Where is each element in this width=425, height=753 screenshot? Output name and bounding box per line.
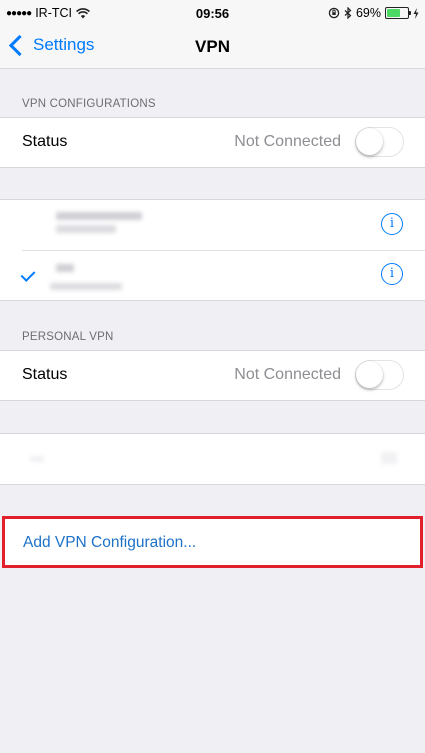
page-title: VPN <box>195 37 230 56</box>
personal-vpn-status-label: Status <box>22 366 68 383</box>
vpn-status-row: Status Not Connected <box>0 118 425 167</box>
obscured-config-detail <box>56 225 116 233</box>
status-bar: ●●●●● IR-TCI 09:56 69% <box>0 0 425 26</box>
personal-vpn-item[interactable] <box>0 433 425 485</box>
info-icon[interactable]: i <box>381 213 403 235</box>
obscured-item <box>381 452 397 464</box>
add-vpn-configuration-button[interactable]: Add VPN Configuration... <box>2 516 423 568</box>
battery-fill <box>387 9 401 17</box>
vpn-status-group: Status Not Connected <box>0 117 425 168</box>
vpn-configuration-item-selected[interactable]: i <box>0 250 425 300</box>
add-vpn-configuration-label: Add VPN Configuration... <box>23 534 197 551</box>
charging-icon <box>413 7 419 19</box>
vpn-status-value: Not Connected <box>234 133 341 150</box>
section-header-vpn-configurations: VPN CONFIGURATIONS <box>22 98 156 110</box>
obscured-config-name <box>56 212 142 220</box>
navigation-bar: Settings VPN <box>0 26 425 69</box>
obscured-item <box>30 456 44 462</box>
battery-icon <box>385 7 411 19</box>
checkmark-icon <box>20 267 36 282</box>
toggle-knob <box>356 128 383 155</box>
info-icon[interactable]: i <box>381 263 403 285</box>
battery-percent: 69% <box>355 6 381 20</box>
vpn-status-label: Status <box>22 133 68 150</box>
vpn-configuration-item[interactable]: i <box>0 200 425 250</box>
toggle-knob <box>356 361 383 388</box>
vpn-configuration-list: i i <box>0 199 425 301</box>
personal-vpn-status-row: Status Not Connected <box>0 351 425 400</box>
personal-vpn-group: Status Not Connected <box>0 350 425 401</box>
obscured-config-name <box>56 264 74 272</box>
status-right: 69% <box>328 6 419 20</box>
personal-vpn-status-toggle[interactable] <box>355 360 404 390</box>
bluetooth-icon <box>344 7 352 19</box>
personal-vpn-status-value: Not Connected <box>234 366 341 383</box>
rotation-lock-icon <box>328 7 340 19</box>
section-header-personal-vpn: PERSONAL VPN <box>22 331 114 343</box>
vpn-status-toggle[interactable] <box>355 127 404 157</box>
obscured-config-detail <box>50 283 122 290</box>
